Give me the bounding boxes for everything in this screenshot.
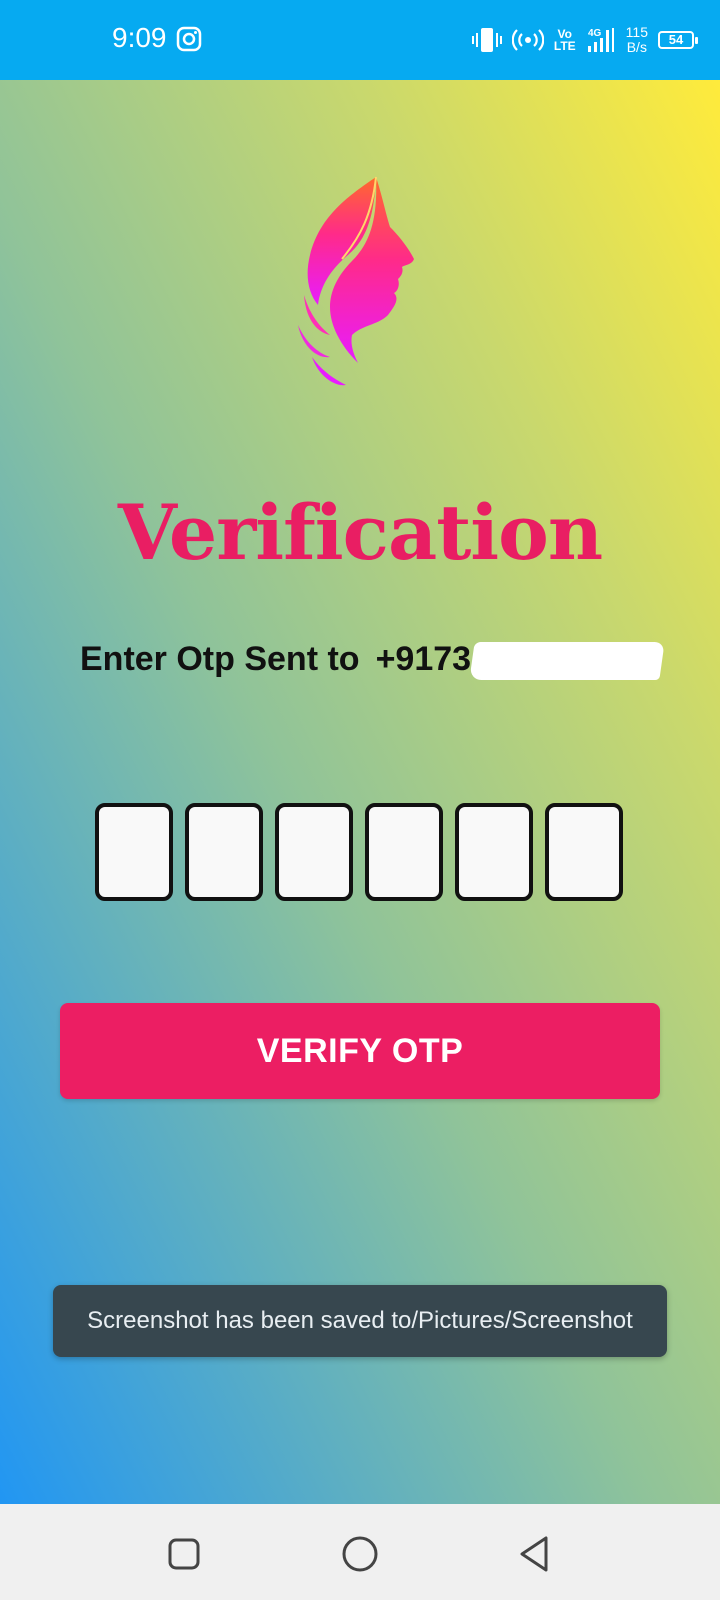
network-speed: 115 B/s xyxy=(626,25,648,55)
navigation-bar xyxy=(0,1504,720,1600)
verify-otp-button[interactable]: VERIFY OTP xyxy=(60,1003,660,1099)
home-icon[interactable] xyxy=(340,1534,380,1574)
otp-digit-5[interactable] xyxy=(455,803,533,901)
otp-digit-3[interactable] xyxy=(275,803,353,901)
otp-prompt: Enter Otp Sent to +9173 xyxy=(80,640,471,679)
otp-digit-2[interactable] xyxy=(185,803,263,901)
status-icons: Vo LTE 4G 115 B/s 54 xyxy=(471,14,698,66)
battery-icon: 54 xyxy=(658,31,698,49)
page-title: Verification xyxy=(117,488,603,577)
lte-label: LTE xyxy=(553,39,576,53)
network-speed-value: 115 xyxy=(625,24,648,40)
otp-digit-1[interactable] xyxy=(95,803,173,901)
volte-indicator: Vo LTE xyxy=(554,28,576,52)
network-speed-unit: B/s xyxy=(626,39,647,55)
status-time: 9:09 xyxy=(112,22,167,53)
phone-number: +9173 xyxy=(375,640,472,678)
otp-input-row xyxy=(95,803,623,901)
battery-level: 54 xyxy=(668,32,684,47)
instagram-icon xyxy=(176,26,202,52)
toast-message: Screenshot has been saved to/Pictures/Sc… xyxy=(87,1307,633,1334)
otp-digit-4[interactable] xyxy=(365,803,443,901)
vibrate-icon xyxy=(471,28,502,52)
otp-digit-6[interactable] xyxy=(545,803,623,901)
status-bar: 9:09 Vo LTE 4G 115 B/s 54 xyxy=(0,0,720,80)
recent-apps-icon[interactable] xyxy=(164,1534,204,1574)
verification-screen: Verification Enter Otp Sent to +9173 VERI… xyxy=(0,80,720,1504)
woman-face-logo-icon xyxy=(298,176,414,386)
redacted-phone-mark xyxy=(469,642,665,680)
toast-notification: Screenshot has been saved to/Pictures/Sc… xyxy=(53,1285,667,1357)
otp-prompt-text: Enter Otp Sent to xyxy=(80,640,360,678)
hotspot-icon xyxy=(511,29,544,51)
back-icon[interactable] xyxy=(516,1534,556,1574)
signal-icon: 4G xyxy=(587,28,614,52)
svg-text:4G: 4G xyxy=(588,28,602,39)
